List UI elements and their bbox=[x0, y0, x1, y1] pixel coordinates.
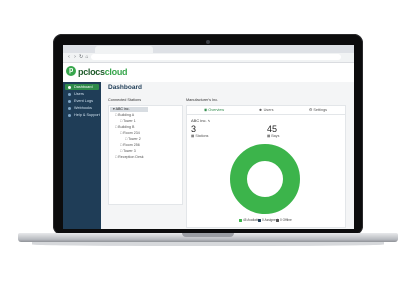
browser-tab-bar bbox=[63, 45, 354, 53]
tree-item[interactable]: ▾ ABC inc. bbox=[110, 107, 148, 112]
tree-item[interactable]: □ Building A bbox=[115, 113, 134, 118]
legend-item-available: 45 Available bbox=[239, 218, 260, 223]
page-title: Dashboard bbox=[108, 84, 142, 91]
sidebar-item-event-logs[interactable]: Event Logs bbox=[65, 98, 99, 104]
browser-tab[interactable] bbox=[95, 46, 153, 53]
tree-item[interactable]: □ Building B bbox=[115, 125, 134, 130]
back-icon[interactable]: ‹ bbox=[67, 55, 71, 60]
reload-icon[interactable]: ↻ bbox=[79, 55, 83, 60]
stations-heading: Connected Stations bbox=[108, 98, 142, 102]
sidebar-item-dashboard[interactable]: Dashboard bbox=[65, 84, 99, 90]
webhook-icon bbox=[68, 106, 71, 110]
legend-swatch bbox=[258, 219, 261, 222]
home-icon[interactable]: ⌂ bbox=[85, 55, 89, 60]
sidebar: Dashboard Users Event Logs Webhooks Help… bbox=[63, 82, 101, 229]
logo[interactable]: pclocscloud bbox=[78, 67, 128, 77]
screen: ‹ › ↻ ⌂ p pclocscloud Dashboard Users Ev… bbox=[63, 45, 354, 229]
address-bar[interactable] bbox=[91, 54, 341, 60]
tree-item[interactable]: □ Tower 2 bbox=[125, 137, 141, 142]
list-icon bbox=[68, 99, 71, 103]
bays-donut-chart bbox=[230, 144, 300, 214]
sidebar-item-label: Dashboard bbox=[74, 85, 93, 89]
camera bbox=[206, 40, 210, 44]
main-content: Dashboard Connected Stations Manufacture… bbox=[101, 82, 354, 229]
details-heading: Manufacturer's Inc. bbox=[186, 98, 219, 102]
tree-item[interactable]: □ Room 234 bbox=[120, 131, 140, 136]
sidebar-item-label: Event Logs bbox=[74, 99, 93, 103]
laptop-notch bbox=[182, 233, 234, 237]
legend-swatch bbox=[276, 219, 279, 222]
sidebar-item-users[interactable]: Users bbox=[65, 91, 99, 97]
users-icon bbox=[68, 92, 71, 96]
tree-item[interactable]: □ Reception Desk bbox=[115, 155, 144, 160]
app-header: p pclocscloud bbox=[63, 63, 354, 82]
detail-panel: ◉ Overview ☻ Users ⚙ Settings ABC inc. ✎… bbox=[186, 105, 346, 228]
donut-slice-0 bbox=[230, 144, 300, 214]
legend-swatch bbox=[239, 219, 242, 222]
station-tree: ▾ ABC inc. □ Building A □ Tower 1 □ Buil… bbox=[108, 105, 183, 205]
sidebar-item-label: Help & Support bbox=[74, 113, 100, 117]
tree-item[interactable]: □ Tower 1 bbox=[120, 119, 136, 124]
sidebar-item-label: Webhooks bbox=[74, 106, 92, 110]
help-icon bbox=[68, 113, 71, 117]
tree-item[interactable]: □ Tower 3 bbox=[120, 149, 136, 154]
sidebar-item-webhooks[interactable]: Webhooks bbox=[65, 105, 99, 111]
dashboard-icon bbox=[68, 85, 71, 89]
sidebar-item-label: Users bbox=[74, 92, 84, 96]
sidebar-item-help[interactable]: Help & Support bbox=[65, 112, 100, 118]
tree-item[interactable]: □ Room 256 bbox=[120, 143, 140, 148]
legend-item-assigned: 0 Assigned bbox=[258, 218, 278, 223]
forward-icon[interactable]: › bbox=[73, 55, 77, 60]
browser-toolbar: ‹ › ↻ ⌂ bbox=[63, 53, 354, 63]
legend-item-offline: 0 Offline bbox=[276, 218, 292, 223]
logo-icon: p bbox=[66, 66, 76, 76]
laptop-shadow bbox=[32, 242, 384, 246]
